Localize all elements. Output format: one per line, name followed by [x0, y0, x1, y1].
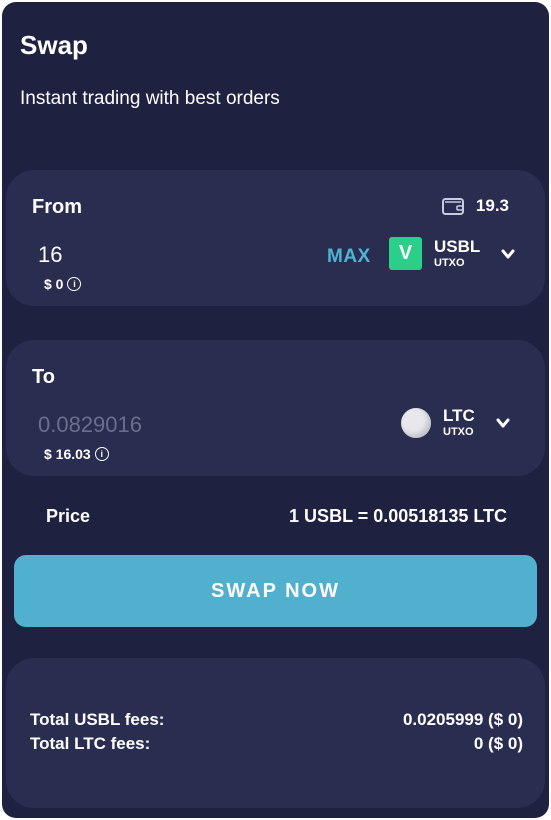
max-button[interactable]: MAX: [327, 246, 371, 268]
fee-label: Total USBL fees:: [30, 710, 165, 729]
from-usd-text: $ 0: [44, 276, 64, 292]
swap-now-button[interactable]: SWAP NOW: [14, 555, 537, 627]
info-icon[interactable]: i: [67, 277, 82, 291]
from-amount-input[interactable]: 16: [38, 242, 62, 268]
ltc-token-icon: [401, 407, 431, 438]
to-label: To: [32, 366, 55, 388]
page-subtitle: Instant trading with best orders: [20, 88, 280, 109]
fee-value: 0 ($ 0): [473, 734, 523, 753]
to-token-selector[interactable]: LTC UTXO: [401, 407, 511, 438]
chevron-down-icon: [496, 418, 510, 427]
to-usd-text: $ 16.03: [44, 446, 91, 462]
fee-label: Total LTC fees:: [30, 734, 151, 753]
swap-panel: Swap Instant trading with best orders Fr…: [2, 2, 549, 818]
balance-value: 19.3: [475, 196, 509, 215]
price-value: 1 USBL = 0.00518135 LTC: [289, 506, 507, 526]
fee-value: 0.0205999 ($ 0): [402, 710, 523, 729]
wallet-balance: 19.3: [441, 196, 509, 216]
info-icon[interactable]: i: [94, 447, 109, 461]
price-row: Price 1 USBL = 0.00518135 LTC: [46, 506, 507, 527]
wallet-icon: [441, 198, 464, 215]
to-token-chain: UTXO: [443, 426, 474, 438]
from-card: From 19.3 16 $ 0 i MAX V USBL UTXO: [6, 170, 545, 306]
to-token-symbol: LTC: [443, 406, 475, 425]
fee-row-usbl: Total USBL fees: 0.0205999 ($ 0): [30, 710, 523, 730]
chevron-down-icon: [501, 249, 515, 258]
from-label: From: [32, 196, 82, 218]
page-title: Swap: [20, 30, 88, 60]
price-label: Price: [46, 506, 91, 526]
from-token-symbol: USBL: [434, 237, 481, 256]
to-amount-output: 0.0829016: [38, 412, 142, 437]
from-token-selector[interactable]: V USBL UTXO: [389, 237, 516, 270]
from-token-text: USBL UTXO: [434, 238, 480, 269]
fees-card: Total USBL fees: 0.0205999 ($ 0) Total L…: [6, 658, 545, 808]
to-card: To 0.0829016 $ 16.03 i LTC UTXO: [6, 340, 545, 476]
to-token-text: LTC UTXO: [443, 407, 475, 438]
from-token-chain: UTXO: [434, 257, 465, 269]
usbl-token-icon: V: [389, 237, 422, 270]
fee-row-ltc: Total LTC fees: 0 ($ 0): [30, 734, 523, 754]
from-usd-value: $ 0 i: [44, 276, 82, 292]
to-usd-value: $ 16.03 i: [44, 446, 109, 462]
